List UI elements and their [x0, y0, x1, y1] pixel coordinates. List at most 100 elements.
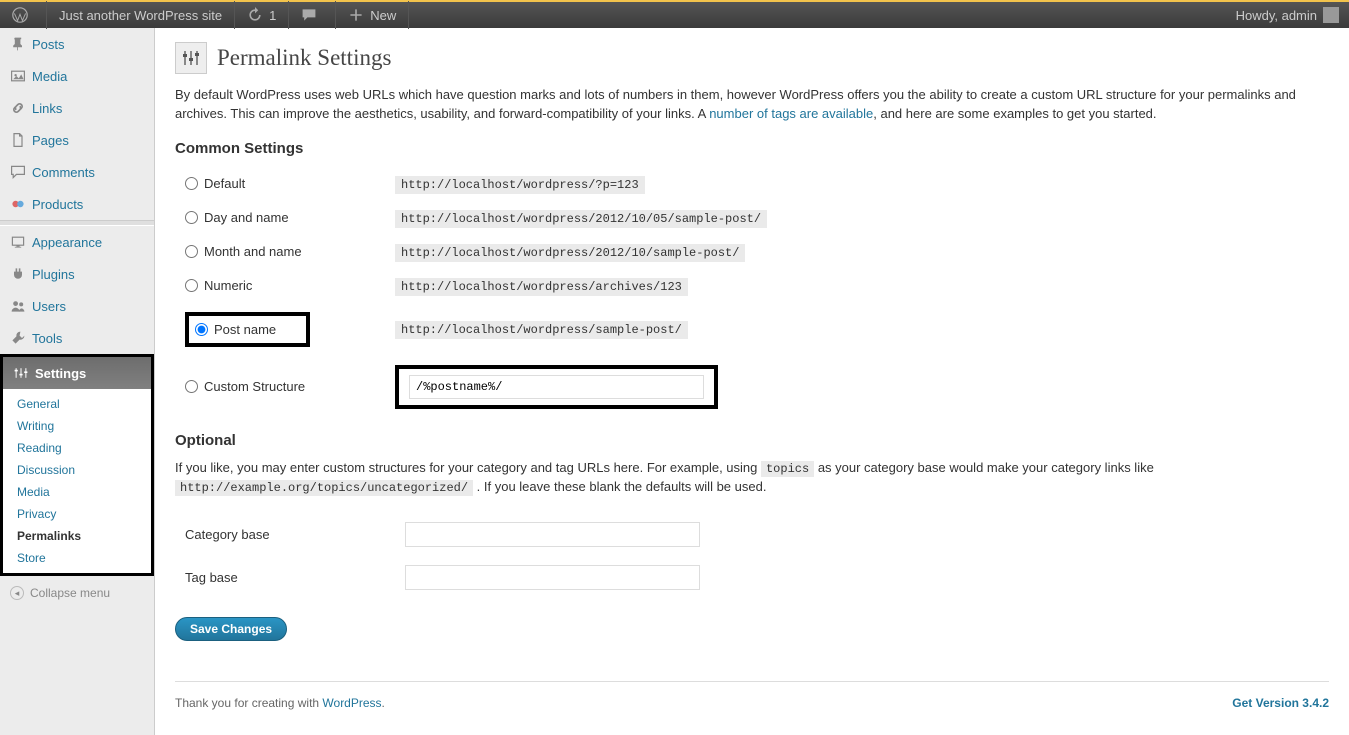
new-label: New: [370, 8, 396, 23]
admin-bar: Just another WordPress site 1 New Howdy,…: [0, 0, 1349, 28]
main-content: Permalink Settings By default WordPress …: [155, 28, 1349, 735]
update-count: 1: [269, 8, 276, 23]
submenu-item-permalinks[interactable]: Permalinks: [3, 525, 151, 547]
permalink-radio-0[interactable]: [185, 177, 198, 190]
comments-menu[interactable]: [289, 1, 336, 29]
avatar: [1323, 7, 1339, 23]
sidebar-item-settings[interactable]: Settings: [3, 357, 151, 389]
category-base-label: Category base: [175, 527, 405, 542]
submenu-item-privacy[interactable]: Privacy: [3, 503, 151, 525]
example-url-code: http://example.org/topics/uncategorized/: [175, 480, 473, 496]
permalink-radio-2[interactable]: [185, 245, 198, 258]
page-icon: [10, 132, 26, 148]
category-base-input[interactable]: [405, 522, 700, 547]
wordpress-icon: [12, 7, 28, 23]
appearance-icon: [10, 234, 26, 250]
product-icon: [10, 196, 26, 212]
collapse-label: Collapse menu: [30, 586, 110, 600]
permalink-label: Numeric: [204, 278, 252, 293]
permalink-radio-5[interactable]: [185, 380, 198, 393]
permalink-radio-1[interactable]: [185, 211, 198, 224]
permalink-radio-3[interactable]: [185, 279, 198, 292]
submenu-item-discussion[interactable]: Discussion: [3, 459, 151, 481]
permalink-option-row: Day and name http://localhost/wordpress/2…: [175, 201, 1329, 235]
plus-icon: [348, 7, 364, 23]
submenu-item-general[interactable]: General: [3, 393, 151, 415]
account-menu[interactable]: Howdy, admin: [1226, 7, 1349, 23]
page-title-text: Permalink Settings: [217, 45, 391, 71]
media-icon: [10, 68, 26, 84]
site-title: Just another WordPress site: [59, 8, 222, 23]
submenu-item-writing[interactable]: Writing: [3, 415, 151, 437]
pin-icon: [10, 36, 26, 52]
submenu-item-store[interactable]: Store: [3, 547, 151, 569]
permalink-option-row: Custom Structure: [175, 356, 1329, 418]
page-title: Permalink Settings: [175, 42, 1329, 74]
collapse-icon: ◂: [10, 586, 24, 600]
sidebar-item-plugins[interactable]: Plugins: [0, 258, 154, 290]
sidebar-item-pages[interactable]: Pages: [0, 124, 154, 156]
sidebar-item-label: Plugins: [32, 267, 75, 282]
admin-sidebar: Posts Media Links Pages Comments Products App…: [0, 28, 155, 735]
tools-icon: [10, 330, 26, 346]
highlight-settings-box: Settings GeneralWritingReadingDiscussion…: [0, 354, 154, 576]
footer: Thank you for creating with WordPress. G…: [175, 681, 1329, 710]
optional-intro: If you like, you may enter custom struct…: [175, 459, 1329, 498]
sidebar-item-label: Products: [32, 197, 83, 212]
permalink-icon: [175, 42, 207, 74]
permalink-label: Day and name: [204, 210, 289, 225]
sidebar-item-comments[interactable]: Comments: [0, 156, 154, 188]
settings-label: Settings: [35, 366, 86, 381]
optional-heading: Optional: [175, 432, 1329, 449]
permalink-option-row: Month and namehttp://localhost/wordpress…: [175, 235, 1329, 269]
wp-logo-menu[interactable]: [0, 1, 47, 29]
submenu-item-media[interactable]: Media: [3, 481, 151, 503]
sidebar-item-label: Posts: [32, 37, 65, 52]
permalink-radio-4[interactable]: [195, 323, 208, 336]
permalink-label: Month and name: [204, 244, 302, 259]
permalink-url-example: http://localhost/wordpress/sample-post/: [395, 321, 688, 339]
permalink-label: Default: [204, 176, 245, 191]
settings-icon: [13, 365, 29, 381]
sidebar-item-label: Media: [32, 69, 67, 84]
topics-code: topics: [761, 461, 814, 477]
users-icon: [10, 298, 26, 314]
updates-menu[interactable]: 1: [235, 1, 289, 29]
permalink-url-example: http://localhost/wordpress/2012/10/05/sa…: [395, 210, 767, 228]
howdy-text: Howdy, admin: [1236, 8, 1317, 23]
wordpress-link[interactable]: WordPress: [322, 696, 381, 710]
permalink-url-example: http://localhost/wordpress/archives/123: [395, 278, 688, 296]
submenu-item-reading[interactable]: Reading: [3, 437, 151, 459]
custom-structure-input[interactable]: [409, 375, 704, 399]
sidebar-item-label: Users: [32, 299, 66, 314]
save-button[interactable]: Save Changes: [175, 617, 287, 641]
permalink-label: Custom Structure: [204, 379, 305, 394]
site-name-menu[interactable]: Just another WordPress site: [47, 1, 235, 29]
sidebar-item-media[interactable]: Media: [0, 60, 154, 92]
get-version-link[interactable]: Get Version 3.4.2: [1232, 696, 1329, 710]
refresh-icon: [247, 7, 263, 23]
sidebar-item-tools[interactable]: Tools: [0, 322, 154, 354]
sidebar-item-users[interactable]: Users: [0, 290, 154, 322]
settings-submenu: GeneralWritingReadingDiscussionMediaPriv…: [3, 389, 151, 573]
collapse-menu[interactable]: ◂ Collapse menu: [0, 576, 154, 610]
sidebar-item-label: Tools: [32, 331, 62, 346]
link-icon: [10, 100, 26, 116]
sidebar-item-links[interactable]: Links: [0, 92, 154, 124]
permalink-option-row: Numeric http://localhost/wordpress/archiv…: [175, 269, 1329, 303]
intro-text: By default WordPress uses web URLs which…: [175, 86, 1329, 124]
tag-base-input[interactable]: [405, 565, 700, 590]
tags-link[interactable]: number of tags are available: [709, 106, 873, 121]
sidebar-item-label: Appearance: [32, 235, 102, 250]
plugin-icon: [10, 266, 26, 282]
new-content-menu[interactable]: New: [336, 1, 409, 29]
sidebar-item-appearance[interactable]: Appearance: [0, 226, 154, 258]
sidebar-item-posts[interactable]: Posts: [0, 28, 154, 60]
sidebar-item-label: Links: [32, 101, 62, 116]
tag-base-label: Tag base: [175, 570, 405, 585]
sidebar-item-products[interactable]: Products: [0, 188, 154, 220]
comment-icon: [301, 7, 317, 23]
permalink-option-row: Defaulthttp://localhost/wordpress/?p=123: [175, 167, 1329, 201]
comment-icon: [10, 164, 26, 180]
sidebar-item-label: Comments: [32, 165, 95, 180]
